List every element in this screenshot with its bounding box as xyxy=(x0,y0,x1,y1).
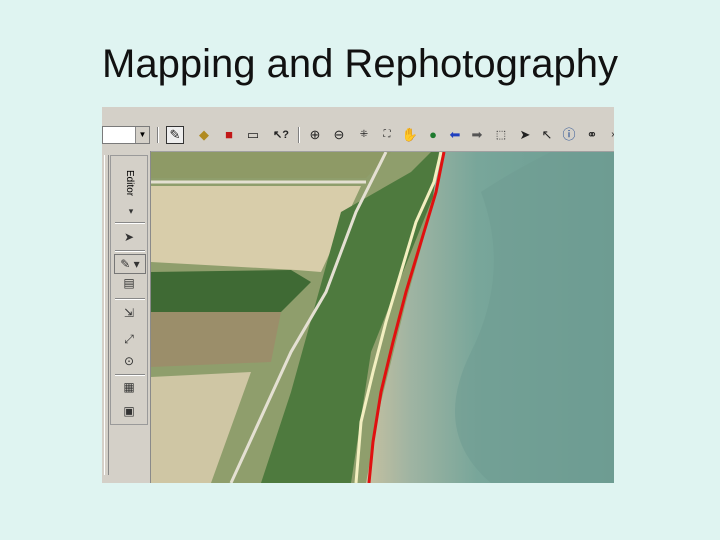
aerial-photo-map xyxy=(151,152,614,483)
toolbar-separator xyxy=(115,374,145,376)
editor-toolbar: Editor ▾ ➤ ✎ ▾ ▤ ⇲ ⤢ ⊙ ▦ ▣ xyxy=(102,151,151,483)
toolbar-separator xyxy=(298,127,300,143)
select-features-icon[interactable]: ⬚ xyxy=(492,126,510,144)
editor-menu-arrow-icon[interactable]: ▾ xyxy=(121,202,141,220)
fixed-zoom-in-icon[interactable]: ⁜ xyxy=(355,126,373,144)
forward-arrow-icon[interactable]: ➡ xyxy=(468,126,486,144)
attributes-table-icon[interactable]: ▦ xyxy=(119,378,139,396)
field xyxy=(151,152,391,178)
edit-tool-arrow-icon[interactable]: ➤ xyxy=(119,228,139,246)
map-view[interactable] xyxy=(151,152,614,483)
whats-this-icon[interactable]: ↖? xyxy=(272,126,290,144)
chevron-down-icon[interactable]: ▼ xyxy=(135,127,149,143)
fixed-zoom-out-icon[interactable]: ⛶ xyxy=(378,126,396,144)
layer-combobox[interactable]: ▼ xyxy=(102,126,150,144)
select-arrow-icon[interactable]: ↖ xyxy=(538,126,556,144)
back-arrow-icon[interactable]: ⬅ xyxy=(446,126,464,144)
attribute-arrow-icon[interactable]: ⇲ xyxy=(119,304,139,322)
toolbar-separator xyxy=(115,222,145,224)
sketch-tool-pencil-icon[interactable]: ✎ ▾ xyxy=(114,254,146,274)
main-toolbar: ▼ ✎ ◆ ■ ▭ ↖? ⊕ ⊖ ⁜ ⛶ ✋ ● ⬅ ➡ ⬚ ➤ ↖ ⓘ ⚭ » xyxy=(102,107,614,152)
pan-hand-icon[interactable]: ✋ xyxy=(401,126,419,144)
identify-icon[interactable]: ⓘ xyxy=(560,126,578,144)
toolbar-separator xyxy=(115,298,145,300)
slide-title: Mapping and Rephotography xyxy=(102,42,618,86)
find-binoculars-icon[interactable]: ⚭ xyxy=(583,126,601,144)
tools-toolbar-row: ▼ ✎ ◆ ■ ▭ ↖? ⊕ ⊖ ⁜ ⛶ ✋ ● ⬅ ➡ ⬚ ➤ ↖ ⓘ ⚭ » xyxy=(102,125,614,147)
add-data-icon[interactable]: ◆ xyxy=(195,126,213,144)
editor-panel: Editor ▾ ➤ ✎ ▾ ▤ ⇲ ⤢ ⊙ ▦ ▣ xyxy=(110,155,148,425)
editor-pencil-icon[interactable]: ✎ xyxy=(166,126,184,144)
toolbar-separator xyxy=(115,250,145,252)
rotate-tool-icon[interactable]: ⊙ xyxy=(119,352,139,370)
toolbar-separator xyxy=(157,127,159,143)
zoom-out-icon[interactable]: ⊖ xyxy=(330,126,348,144)
full-extent-globe-icon[interactable]: ● xyxy=(424,126,442,144)
arcmap-window: ▼ ✎ ◆ ■ ▭ ↖? ⊕ ⊖ ⁜ ⛶ ✋ ● ⬅ ➡ ⬚ ➤ ↖ ⓘ ⚭ » xyxy=(102,107,614,483)
sketch-properties-icon[interactable]: ▣ xyxy=(119,402,139,420)
more-tools-icon[interactable]: » xyxy=(605,126,614,144)
split-tool-icon[interactable]: ⤢ xyxy=(119,330,139,348)
toolbar-grip[interactable] xyxy=(104,155,109,475)
window-icon[interactable]: ▭ xyxy=(244,126,262,144)
task-clipboard-icon[interactable]: ▤ xyxy=(119,274,139,292)
plowed-field xyxy=(151,312,281,367)
zoom-in-icon[interactable]: ⊕ xyxy=(306,126,324,144)
arctoolbox-icon[interactable]: ■ xyxy=(220,126,238,144)
select-elements-icon[interactable]: ➤ xyxy=(516,126,534,144)
